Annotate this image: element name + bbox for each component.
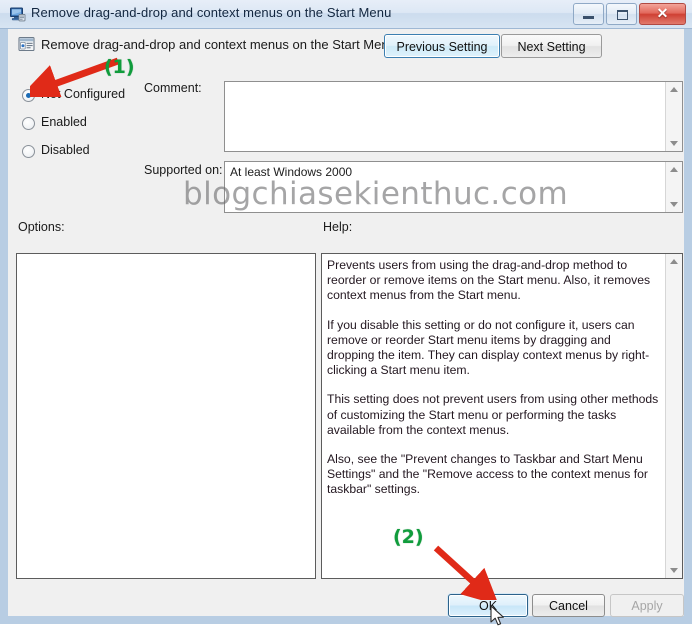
cancel-button[interactable]: Cancel [532,594,605,617]
help-text-body: Prevents users from using the drag-and-d… [327,258,660,498]
radio-indicator-selected [22,89,35,102]
help-label: Help: [323,220,353,234]
help-paragraph: This setting does not prevent users from… [327,392,659,437]
help-panel[interactable]: Prevents users from using the drag-and-d… [321,253,683,579]
supported-on-label: Supported on: [144,163,223,177]
policy-setting-icon [18,36,35,52]
ok-button[interactable]: OK [448,594,528,617]
options-panel[interactable] [16,253,316,579]
policy-setting-name: Remove drag-and-drop and context menus o… [41,37,396,52]
window-controls: ✕ [573,3,686,25]
radio-label-not-configured: Not Configured [41,87,126,101]
radio-label-disabled: Disabled [41,143,90,157]
help-scrollbar[interactable] [665,254,682,578]
help-paragraph: Prevents users from using the drag-and-d… [327,258,651,303]
radio-indicator [22,145,35,158]
scroll-down-icon[interactable] [666,136,682,151]
maximize-button[interactable] [606,3,637,25]
scroll-up-icon[interactable] [666,82,682,97]
help-paragraph: Also, see the "Prevent changes to Taskba… [327,452,648,497]
annotation-label-1: (1) [104,56,135,78]
next-setting-button[interactable]: Next Setting [501,34,602,58]
supported-on-scrollbar[interactable] [665,162,682,212]
comment-textbox[interactable] [224,81,683,152]
previous-setting-button[interactable]: Previous Setting [384,34,500,58]
scroll-down-icon[interactable] [666,563,682,578]
minimize-button[interactable] [573,3,604,25]
group-policy-setting-dialog: Remove drag-and-drop and context menus o… [0,0,692,626]
apply-button: Apply [610,594,684,617]
scroll-down-icon[interactable] [666,197,682,212]
maximize-icon [617,10,628,20]
comment-label: Comment: [144,81,202,95]
window-title: Remove drag-and-drop and context menus o… [31,5,392,20]
computer-policy-icon [9,6,26,22]
scroll-up-icon[interactable] [666,162,682,177]
close-button[interactable]: ✕ [639,3,686,25]
minimize-icon [583,16,594,19]
radio-label-enabled: Enabled [41,115,87,129]
help-paragraph: If you disable this setting or do not co… [327,317,650,378]
comment-scrollbar[interactable] [665,82,682,151]
title-bar: Remove drag-and-drop and context menus o… [0,0,692,29]
supported-on-box: At least Windows 2000 [224,161,683,213]
radio-indicator [22,117,35,130]
scroll-up-icon[interactable] [666,254,682,269]
close-icon: ✕ [656,5,669,21]
options-label: Options: [18,220,65,234]
annotation-label-2: (2) [393,526,424,548]
supported-on-value: At least Windows 2000 [230,165,353,179]
